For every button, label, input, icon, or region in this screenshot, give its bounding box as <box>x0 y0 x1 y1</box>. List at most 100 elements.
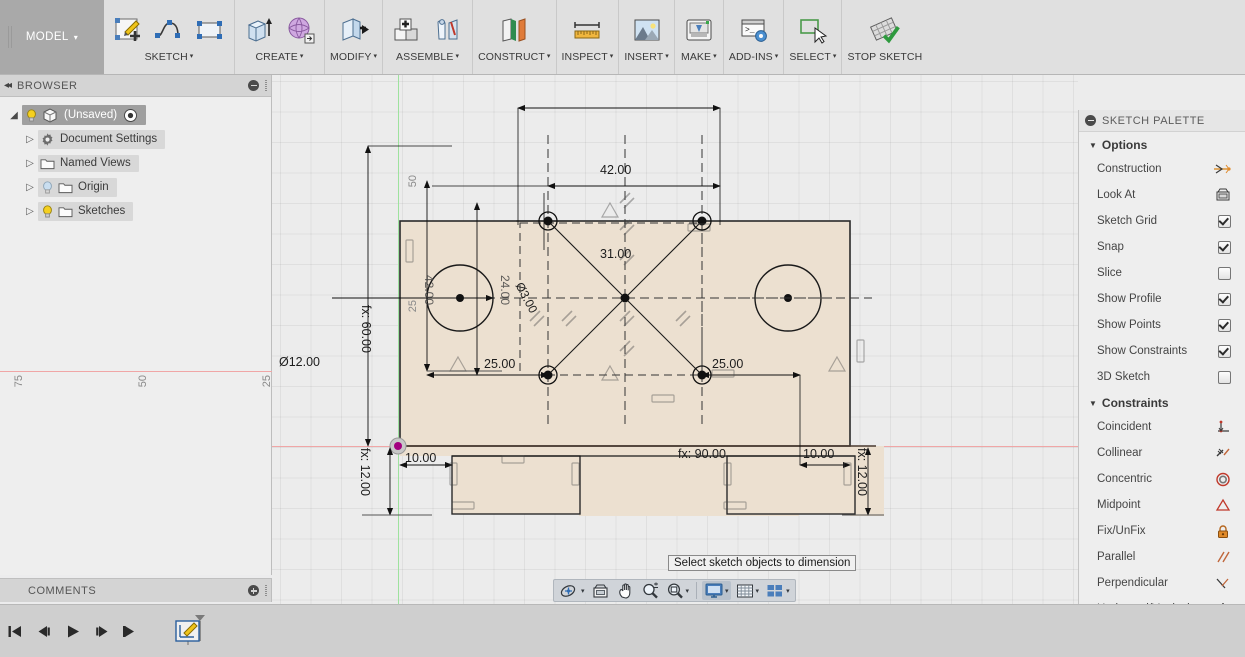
palette-row-show-constraints[interactable]: Show Constraints <box>1079 338 1245 364</box>
panel-grip[interactable] <box>265 585 267 596</box>
zoom-button[interactable] <box>639 581 662 600</box>
expand-twisty-icon[interactable]: ▷ <box>22 182 38 193</box>
palette-row-show-profile[interactable]: Show Profile <box>1079 286 1245 312</box>
toolbar-group-label-inspect[interactable]: INSPECT▾ <box>562 51 614 63</box>
minimize-icon[interactable] <box>248 80 259 91</box>
minimize-icon[interactable] <box>1085 115 1096 126</box>
dim-hole-diameter[interactable]: Ø12.00 <box>279 355 320 369</box>
3d-print-icon[interactable] <box>680 10 718 50</box>
toolbar-group-label-assemble[interactable]: ASSEMBLE▾ <box>396 51 459 63</box>
expand-twisty-icon[interactable]: ▷ <box>22 158 38 169</box>
new-component-icon[interactable] <box>388 10 426 50</box>
show-constraints-checkbox[interactable] <box>1218 345 1231 358</box>
midpoint-icon[interactable] <box>1213 497 1231 513</box>
show-profile-checkbox[interactable] <box>1218 293 1231 306</box>
dim-bottom-left-25[interactable]: 25.00 <box>484 357 515 371</box>
palette-row-snap[interactable]: Snap <box>1079 234 1245 260</box>
visibility-icon[interactable] <box>123 108 138 123</box>
palette-row-3d-sketch[interactable]: 3D Sketch <box>1079 364 1245 390</box>
dim-left-offset-a[interactable]: 42.00 <box>422 275 436 305</box>
collinear-icon[interactable] <box>1213 445 1231 461</box>
palette-row-perpendicular[interactable]: Perpendicular <box>1079 570 1245 596</box>
tree-item-document-settings[interactable]: ▷ Document Settings <box>0 127 271 151</box>
lightbulb-icon[interactable] <box>40 204 55 219</box>
dim-overall-width[interactable]: 42.00 <box>600 163 631 177</box>
slice-checkbox[interactable] <box>1218 267 1231 280</box>
3d-sketch-checkbox[interactable] <box>1218 371 1231 384</box>
palette-row-look-at[interactable]: Look At <box>1079 182 1245 208</box>
dim-tab-height-left[interactable]: fx: 12.00 <box>358 448 372 496</box>
measure-icon[interactable] <box>568 10 606 50</box>
toolbar-group-label-insert[interactable]: INSERT▾ <box>624 51 669 63</box>
tree-item-origin[interactable]: ▷ Origin <box>0 175 271 199</box>
parallel-icon[interactable] <box>1213 549 1231 565</box>
toolbar-group-label-make[interactable]: MAKE▾ <box>681 51 717 63</box>
palette-row-collinear[interactable]: Collinear <box>1079 440 1245 466</box>
zoom-window-button[interactable]: ▾ <box>664 581 692 600</box>
grid-snaps-button[interactable]: ▾ <box>733 581 762 600</box>
jump-to-end-button[interactable] <box>122 621 140 641</box>
fix-unfix-icon[interactable] <box>1213 523 1231 539</box>
coincident-icon[interactable] <box>1213 419 1231 435</box>
mesh-icon[interactable] <box>281 10 319 50</box>
expand-twisty-icon[interactable]: ▷ <box>22 206 38 217</box>
palette-row-coincident[interactable]: Coincident <box>1079 414 1245 440</box>
comments-panel[interactable]: COMMENTS <box>0 578 272 602</box>
construction-icon[interactable] <box>1213 161 1231 177</box>
look-at-button[interactable] <box>589 581 612 600</box>
palette-row-fix-unfix[interactable]: Fix/UnFix <box>1079 518 1245 544</box>
dim-left-offset-b[interactable]: 24.00 <box>498 275 512 305</box>
tree-item-sketches[interactable]: ▷ Sketches <box>0 199 271 223</box>
toolbar-group-label-construct[interactable]: CONSTRUCT▾ <box>478 51 550 63</box>
sketch-canvas[interactable]: 50 25 42.00 31.00 Ø12.00 Ø3.00 fx: 60.00… <box>272 75 1078 604</box>
lightbulb-icon[interactable] <box>24 108 39 123</box>
jump-to-beginning-button[interactable] <box>6 621 24 641</box>
dim-inner-width[interactable]: 31.00 <box>600 247 631 261</box>
tree-item-named-views[interactable]: ▷ Named Views <box>0 151 271 175</box>
scripts-addins-icon[interactable]: >_ <box>735 10 773 50</box>
create-sketch-icon[interactable] <box>109 10 147 50</box>
display-settings-button[interactable]: ▾ <box>702 581 731 600</box>
dim-overall-height[interactable]: fx: 60.00 <box>359 305 373 353</box>
expand-twisty-icon[interactable]: ▷ <box>22 134 38 145</box>
palette-row-show-points[interactable]: Show Points <box>1079 312 1245 338</box>
sketch-grid-checkbox[interactable] <box>1218 215 1231 228</box>
palette-row-slice[interactable]: Slice <box>1079 260 1245 286</box>
collapse-icon[interactable]: ◂◂ <box>4 80 10 91</box>
stop-sketch-icon[interactable] <box>866 10 904 50</box>
toolbar-group-label-addins[interactable]: ADD-INS▾ <box>729 51 779 63</box>
toolbar-group-label-select[interactable]: SELECT▾ <box>789 51 836 63</box>
snap-checkbox[interactable] <box>1218 241 1231 254</box>
panel-grip[interactable] <box>265 80 267 91</box>
toolbar-group-label-modify[interactable]: MODIFY▾ <box>330 51 377 63</box>
dim-bottom-right-25[interactable]: 25.00 <box>712 357 743 371</box>
palette-row-parallel[interactable]: Parallel <box>1079 544 1245 570</box>
add-comment-icon[interactable] <box>248 585 259 596</box>
viewports-button[interactable]: ▾ <box>763 581 792 600</box>
toolbar-group-label-stop-sketch[interactable]: STOP SKETCH <box>847 51 922 63</box>
offset-plane-icon[interactable] <box>495 10 533 50</box>
concentric-icon[interactable] <box>1213 471 1231 487</box>
joint-icon[interactable] <box>429 10 467 50</box>
palette-row-concentric[interactable]: Concentric <box>1079 466 1245 492</box>
expand-twisty-icon[interactable]: ◢ <box>6 110 22 121</box>
palette-row-sketch-grid[interactable]: Sketch Grid <box>1079 208 1245 234</box>
dim-tab-left-10[interactable]: 10.00 <box>405 451 436 465</box>
show-points-checkbox[interactable] <box>1218 319 1231 332</box>
press-pull-icon[interactable] <box>335 10 373 50</box>
palette-row-construction[interactable]: Construction <box>1079 156 1245 182</box>
pan-button[interactable] <box>614 581 637 600</box>
toolbar-group-label-create[interactable]: CREATE▾ <box>255 51 303 63</box>
toolbar-group-label-sketch[interactable]: SKETCH▾ <box>145 51 194 63</box>
select-cursor-icon[interactable] <box>794 10 832 50</box>
dim-base-width[interactable]: fx: 90.00 <box>678 447 726 461</box>
step-back-button[interactable] <box>35 621 53 641</box>
lightbulb-icon[interactable] <box>40 180 55 195</box>
spline-icon[interactable] <box>150 10 188 50</box>
play-button[interactable] <box>64 621 82 641</box>
palette-section-options[interactable]: ▼ Options <box>1079 132 1245 156</box>
extrude-icon[interactable] <box>240 10 278 50</box>
tree-item-unsaved[interactable]: ◢ (Unsaved) <box>0 103 271 127</box>
orbit-button[interactable]: ▾ <box>557 581 587 600</box>
palette-row-midpoint[interactable]: Midpoint <box>1079 492 1245 518</box>
